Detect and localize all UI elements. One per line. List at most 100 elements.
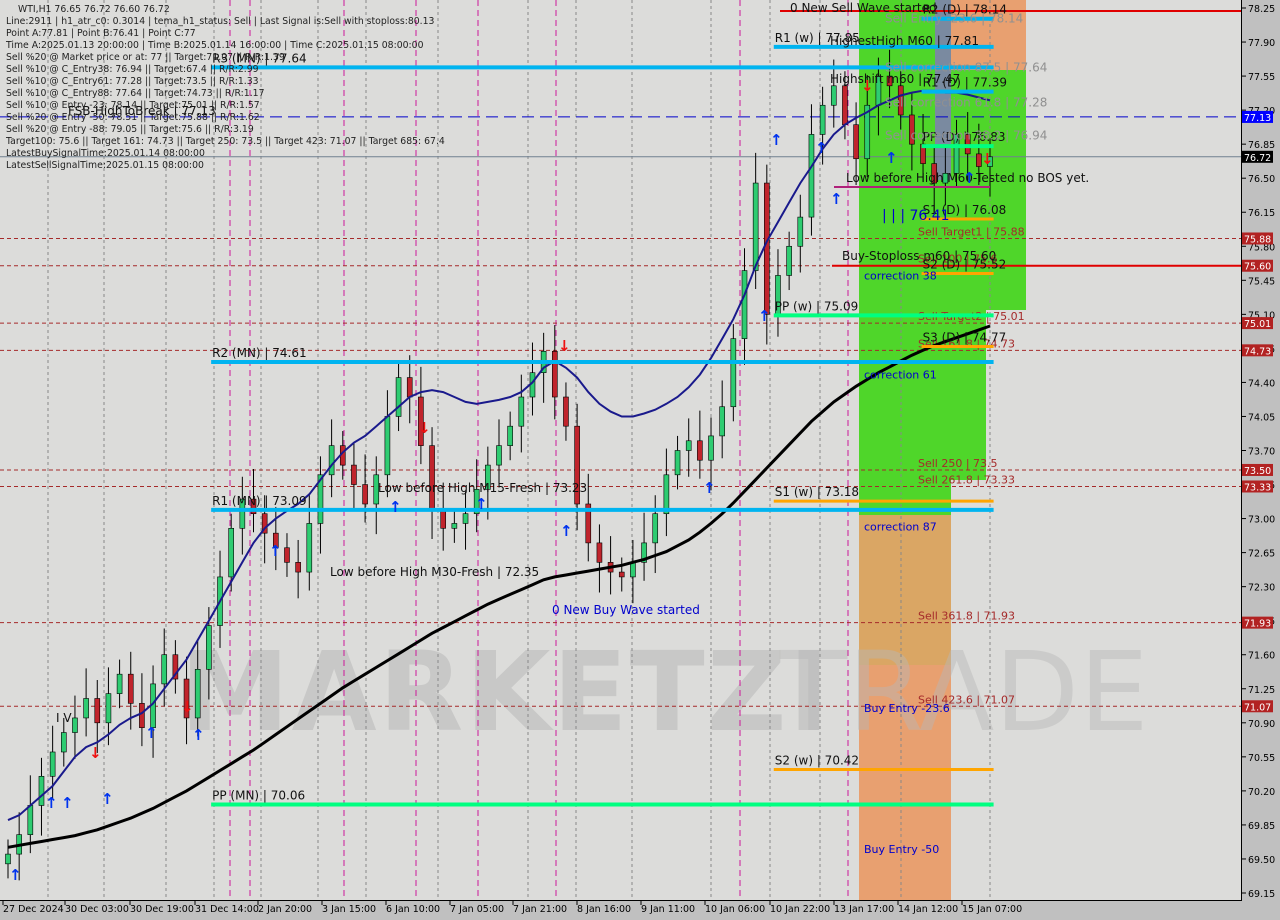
sell-level-label: Sell 361.8 | 71.93 [918,610,1015,623]
buy-arrow-icon: ↑ [145,724,158,742]
candle-body [708,435,714,461]
price-tag-label: 71.93 [1244,619,1271,630]
sell-level-label: Sell 261.8 | 73.33 [918,473,1015,486]
info-line: Target100: 75.6 || Target 161: 74.73 || … [6,136,445,147]
candle-body [362,484,368,505]
annotation-label: HighestHigh M60 | 77.81 [830,34,979,48]
candle-body [685,440,692,451]
candle-body [83,698,89,719]
candle-body [328,445,335,476]
price-tag [1242,150,1273,163]
y-tick-label: 69.85 [1248,821,1275,832]
candle-body [596,542,603,563]
candle-body [139,703,145,728]
candle-body [507,425,513,446]
info-line: LatestSellSignalTime:2025.01.15 08:00:00 [6,160,204,171]
candle-body [630,562,636,578]
x-tick-label: 9 Jan 11:00 [641,904,695,915]
x-tick-label: 3 Jan 15:00 [322,904,376,915]
candle-body [206,625,212,670]
watermark: MARKETZI [180,628,831,756]
x-tick-label: 6 Jan 10:00 [386,904,440,915]
candle-body [462,513,469,524]
price-tag [1242,259,1273,272]
candle-body [764,182,770,315]
candle-body [116,673,123,694]
x-tick-label: 7 Jan 21:00 [513,904,567,915]
price-tag [1242,344,1273,357]
candle-body [830,85,837,106]
y-tick-label: 77.55 [1248,72,1275,83]
candle-body [518,396,525,427]
pivot-level-label: S3 (D) | 74.77 [923,330,1007,344]
y-tick-label: 78.25 [1248,4,1275,15]
candle-body [228,528,234,578]
info-line: Sell %20 @ Entry -88: 79.05 || Target:75… [6,124,254,135]
info-panel: WTI,H1 76.65 76.72 76.60 76.72 Line:2911… [6,4,445,172]
y-tick-label: 74.40 [1248,378,1275,389]
y-tick-label: 71.60 [1248,651,1275,662]
price-tag-label: 75.01 [1244,319,1271,330]
sell-arrow-icon: ↓ [861,77,874,95]
chart-window: MARKETZI TRADE Sell Target1 | 75.88 Sell 10… [0,0,1280,920]
y-tick-label: 74.75 [1248,344,1275,355]
y-tick-label: 75.80 [1248,242,1275,253]
pivot-level-label: PP (MN) | 70.06 [212,789,305,803]
candle-body [797,216,804,247]
sell-arrow-icon: ↓ [89,744,102,762]
candle-body [618,571,625,578]
price-tag-label: 74.73 [1244,346,1271,357]
y-tick-label: 73.35 [1248,481,1275,492]
x-tick-label: 31 Dec 14:00 [195,904,259,915]
buy-arrow-icon: ↑ [770,131,783,149]
candle-body [752,182,759,271]
info-line: Sell %10 @ C_Entry61: 77.28 || Target:73… [6,76,259,87]
buy-arrow-icon: ↑ [475,495,488,513]
candle-body [161,654,168,685]
zone-label: Sell correction 38.2 | 76.94 [885,128,1047,142]
price-tag-label: 71.07 [1244,702,1271,713]
y-tick-label: 73.00 [1248,515,1275,526]
annotation-label: Buy-Stoploss m60 | 75.60 [842,249,996,263]
price-tag [1242,700,1273,713]
info-lines: Line:2911 | h1_atr_c0: 0.3014 | tema_h1_… [6,16,445,172]
candle-body [674,450,681,476]
y-tick-label: 70.55 [1248,753,1275,764]
zone-label: correction 38 [864,269,937,282]
candle-body [105,693,112,724]
zone-label: Sell correction 61.8 | 77.28 [885,95,1047,109]
sell-arrow-icon: ↓ [981,150,994,168]
candle-body [284,547,290,563]
x-tick-label: 30 Dec 03:00 [65,904,129,915]
x-tick-label: 2 Jan 20:00 [258,904,312,915]
buy-arrow-icon: ↑ [815,139,828,157]
buy-arrow-icon: ↑ [61,794,74,812]
price-tag [1242,317,1273,330]
watermark-trade: TRADE [779,628,1149,756]
info-line: LatestBuySignalTime:2025.01.14 08:00:00 [6,148,205,159]
y-tick-label: 71.25 [1248,685,1275,696]
plot-area[interactable]: MARKETZI TRADE Sell Target1 | 75.88 Sell 10… [0,0,1242,901]
price-tag-label: 77.13 [1244,113,1271,124]
candle-body [563,396,569,427]
y-tick-label: 73.70 [1248,447,1275,458]
candle-body [27,805,34,835]
candle-body [306,523,313,573]
y-tick-label: 77.20 [1248,106,1275,117]
price-tag [1242,110,1273,123]
candle-body [384,416,391,476]
sell-arrow-icon: ↓ [418,419,431,437]
x-tick-label: 30 Dec 19:00 [130,904,194,915]
candle-body [406,377,413,398]
candle-body [60,732,67,753]
zone-label: Buy Entry -23.6 [864,702,950,715]
annotation-label: Highshift m60 | 77.47 [830,72,960,86]
candle-body [652,513,659,544]
candle-body [496,445,502,466]
candle-body [94,698,101,724]
info-line: Point A:77.81 | Point B:76.41 | Point C:… [6,28,196,39]
y-tick-label: 72.30 [1248,583,1275,594]
x-tick-label: 27 Dec 2024 [3,904,64,915]
pivot-level-label: PP (w) | 75.09 [775,299,859,313]
buy-arrow-icon: ↑ [101,790,114,808]
